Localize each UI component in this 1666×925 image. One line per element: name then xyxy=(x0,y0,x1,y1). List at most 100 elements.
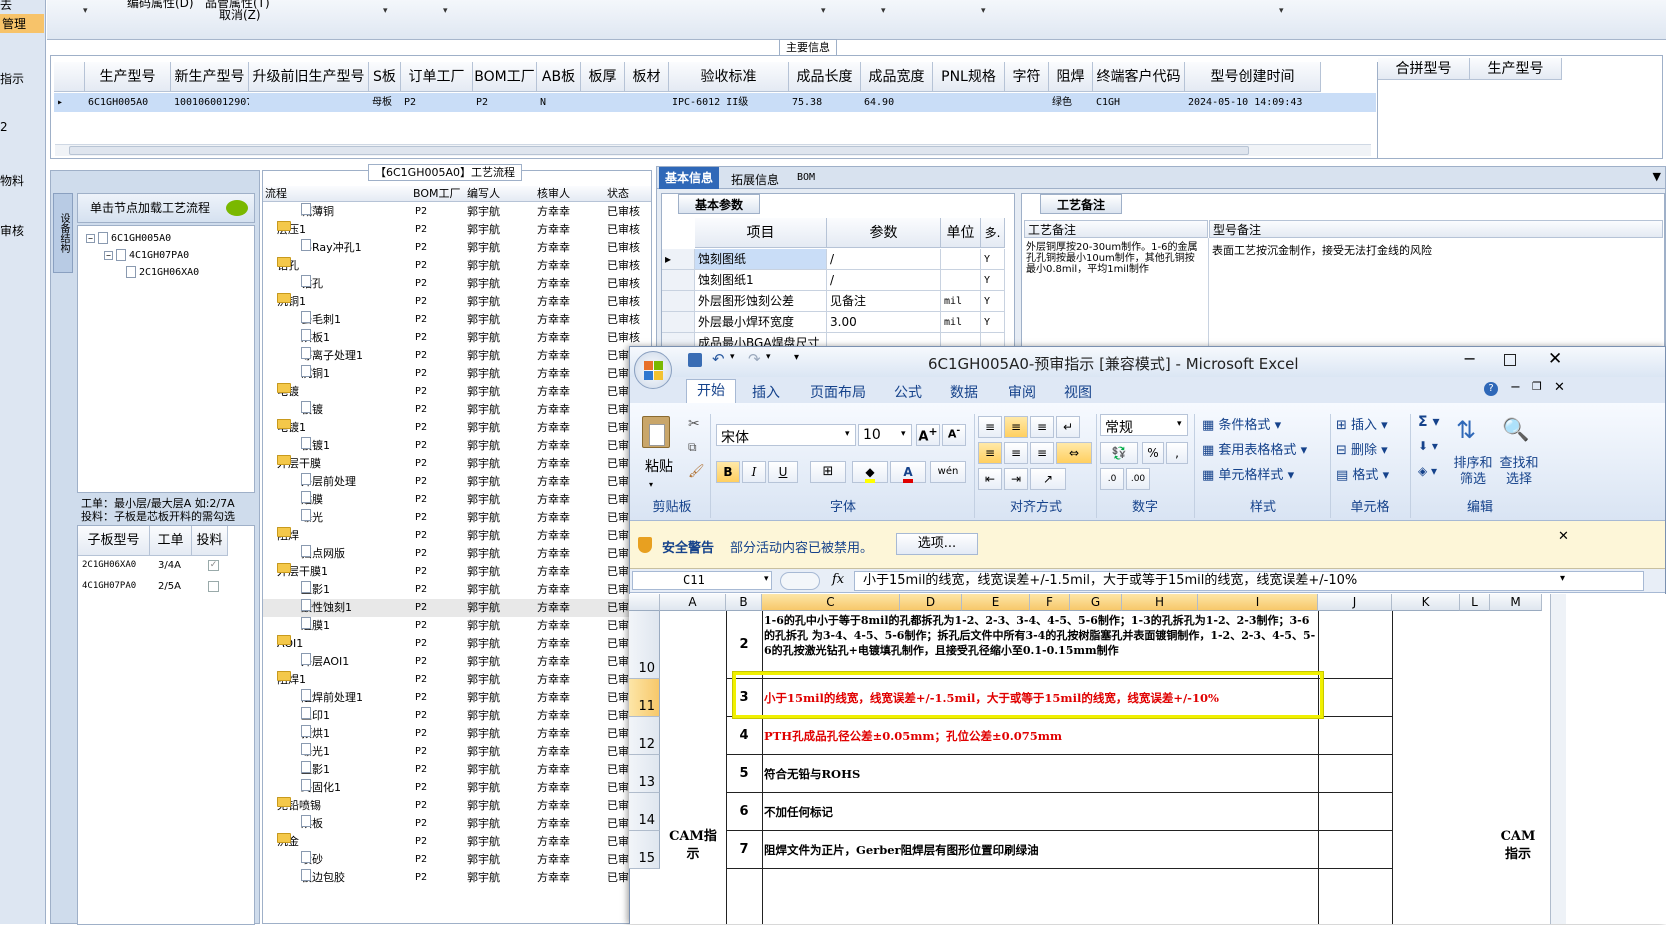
param-item[interactable]: 外层图形蚀刻公差 xyxy=(695,291,827,312)
param-flag[interactable]: Y xyxy=(981,312,1005,333)
col-header-sub-model[interactable]: 子板型号 xyxy=(78,526,150,556)
process-row[interactable]: 挡点网版 P2 郭宇航 方幸幸 已审 xyxy=(263,545,651,563)
feed-checkbox[interactable] xyxy=(208,581,219,592)
col-header-merge-model[interactable]: 合拼型号 xyxy=(1378,58,1470,80)
undo-icon[interactable]: ↶ xyxy=(712,350,725,368)
col-header-craft-note[interactable]: 工艺备注 xyxy=(1024,220,1208,238)
process-row[interactable]: 显影1 P2 郭宇航 方幸幸 已审 xyxy=(263,581,651,599)
horizontal-scrollbar[interactable] xyxy=(55,144,1371,156)
col-header-model-note[interactable]: 型号备注 xyxy=(1209,220,1663,238)
nav-item[interactable]: 物料 xyxy=(0,172,24,189)
col-header-bom-factory[interactable]: BOM工厂 xyxy=(413,186,461,202)
sub-row-model[interactable]: 4C1GH07PA0 xyxy=(82,581,136,591)
chevron-down-icon[interactable]: ▾ xyxy=(981,6,986,16)
grid-cell[interactable]: 75.38 xyxy=(789,93,861,112)
row-header[interactable]: 14 xyxy=(629,793,660,831)
col-header-item[interactable]: 项目 xyxy=(695,218,827,248)
param-unit[interactable] xyxy=(941,270,981,291)
redo-icon[interactable]: ↷ xyxy=(748,350,761,368)
grid-cell[interactable]: 母板 xyxy=(369,93,401,112)
process-row[interactable]: −钻孔P2郭宇航方幸幸已审核 xyxy=(263,257,651,275)
process-row[interactable]: 减薄铜 P2 郭宇航 方幸幸 已审核 xyxy=(263,203,651,221)
name-box[interactable]: C11 xyxy=(632,571,772,590)
column-header[interactable]: M xyxy=(1490,594,1542,611)
col-header[interactable]: 板厚 xyxy=(581,62,625,92)
row-index-cell[interactable]: 4 xyxy=(728,717,760,755)
minimize-icon[interactable]: − xyxy=(1463,349,1476,368)
process-row[interactable]: 退膜1 P2 郭宇航 方幸幸 已审 xyxy=(263,617,651,635)
column-header[interactable]: A xyxy=(660,594,726,611)
row-index-cell[interactable]: 7 xyxy=(728,831,760,869)
row-index-cell[interactable]: 5 xyxy=(728,755,760,793)
customize-toolbar-icon[interactable]: ▾ xyxy=(794,352,799,363)
param-item[interactable]: 蚀刻图纸1 xyxy=(695,270,827,291)
column-header[interactable]: E xyxy=(962,594,1030,611)
office-button[interactable] xyxy=(634,351,672,389)
process-row[interactable]: −外层干膜P2郭宇航方幸幸已审 xyxy=(263,455,651,473)
sub-row-model[interactable]: 2C1GH06XA0 xyxy=(82,560,136,570)
process-row[interactable]: −电镀1P2郭宇航方幸幸已审 xyxy=(263,419,651,437)
param-value[interactable]: 见备注 xyxy=(827,291,941,312)
minimize-icon[interactable]: − xyxy=(1510,380,1521,395)
instruction-cell[interactable]: 阻焊文件为正片，Gerber阻焊层有图形位置印刷绿油 xyxy=(764,833,1316,867)
ribbon-tab-home[interactable]: 开始 xyxy=(686,379,736,403)
col-header-production-model-right[interactable]: 生产型号 xyxy=(1470,58,1562,80)
select-all-corner[interactable] xyxy=(629,594,660,611)
process-row[interactable]: 外层前处理 P2 郭宇航 方幸幸 已审 xyxy=(263,473,651,491)
row-header[interactable]: 13 xyxy=(629,755,660,793)
process-row[interactable]: 等离子处理1 P2 郭宇航 方幸幸 已审 xyxy=(263,347,651,365)
process-row[interactable]: 曝光 P2 郭宇航 方幸幸 已审 xyxy=(263,509,651,527)
col-header[interactable]: AB板 xyxy=(537,62,581,92)
col-header-order[interactable]: 工单 xyxy=(150,526,192,556)
param-flag[interactable]: Y xyxy=(981,249,1005,270)
process-row[interactable]: −沉金P2郭宇航方幸幸已审 xyxy=(263,833,651,851)
ribbon-tab-data[interactable]: 数据 xyxy=(950,382,978,402)
process-row[interactable]: 外层AOI1 P2 郭宇航 方幸幸 已审 xyxy=(263,653,651,671)
close-icon[interactable]: ✕ xyxy=(1554,380,1565,395)
row-header[interactable]: 15 xyxy=(629,831,660,869)
tree-node-root[interactable]: −6C1GH005A0 xyxy=(86,232,171,244)
function-icon[interactable]: fx xyxy=(832,572,844,587)
close-icon[interactable]: ✕ xyxy=(1558,529,1569,544)
expand-formula-icon[interactable]: ▾ xyxy=(1560,573,1565,584)
tab-extended-info[interactable]: 拓展信息 xyxy=(731,171,779,188)
process-row[interactable]: −电镀P2郭宇航方幸幸已审 xyxy=(263,383,651,401)
tree-node-leaf[interactable]: 2C1GH06XA0 xyxy=(126,266,199,278)
process-row[interactable]: 喷砂 P2 郭宇航 方幸幸 已审 xyxy=(263,851,651,869)
grid-cell[interactable]: 绿色 xyxy=(1049,93,1093,112)
col-header[interactable]: 阻焊 xyxy=(1049,62,1093,92)
col-header-flow[interactable]: 流程 xyxy=(265,186,287,202)
col-header[interactable]: 升级前旧生产型号 xyxy=(249,62,369,92)
column-header[interactable]: B xyxy=(726,594,762,611)
process-row[interactable]: −阻焊P2郭宇航方幸幸已审 xyxy=(263,527,651,545)
param-item[interactable]: 蚀刻图纸 xyxy=(695,249,827,270)
param-value[interactable]: 3.00 xyxy=(827,312,941,333)
col-header[interactable]: BOM工厂 xyxy=(473,62,537,92)
ribbon-tab-formulas[interactable]: 公式 xyxy=(894,382,922,402)
nav-item[interactable]: 管理 xyxy=(0,14,44,33)
process-row[interactable]: 烘板 P2 郭宇航 方幸幸 已审 xyxy=(263,815,651,833)
close-icon[interactable]: ✕ xyxy=(1548,349,1562,369)
column-header[interactable]: G xyxy=(1070,594,1122,611)
tab-craft-notes[interactable]: 工艺备注 xyxy=(1040,194,1123,214)
process-row[interactable]: 阻焊前处理1 P2 郭宇航 方幸幸 已审 xyxy=(263,689,651,707)
grid-cell[interactable]: IPC-6012 II级 xyxy=(669,93,789,112)
help-icon[interactable]: ? xyxy=(1484,382,1498,396)
instruction-cell[interactable]: PTH孔成品孔径公差±0.05mm；孔位公差±0.075mm xyxy=(764,719,1316,753)
process-row[interactable]: 显影1 P2 郭宇航 方幸幸 已审 xyxy=(263,761,651,779)
row-header[interactable]: 11 xyxy=(629,679,660,717)
tab-basic-info[interactable]: 基本信息 xyxy=(659,167,720,189)
chevron-down-icon[interactable]: ▾ xyxy=(821,6,826,16)
nav-item[interactable]: 去 xyxy=(0,0,12,13)
col-header[interactable]: 板材 xyxy=(625,62,669,92)
col-header[interactable]: 字符 xyxy=(1005,62,1049,92)
col-header[interactable]: 成品长度 xyxy=(789,62,861,92)
col-header[interactable]: 生产型号 xyxy=(85,62,171,92)
instruction-cell[interactable]: 符合无铅与ROHS xyxy=(764,757,1316,791)
grid-cell[interactable]: 2024-05-10 14:09:43 xyxy=(1185,93,1321,112)
ribbon-tab-insert[interactable]: 插入 xyxy=(752,382,780,402)
column-header[interactable]: H xyxy=(1122,594,1198,611)
col-header[interactable]: 终端客户代码 xyxy=(1093,62,1185,92)
col-header[interactable]: PNL规格 xyxy=(933,62,1005,92)
column-header[interactable]: F xyxy=(1030,594,1070,611)
